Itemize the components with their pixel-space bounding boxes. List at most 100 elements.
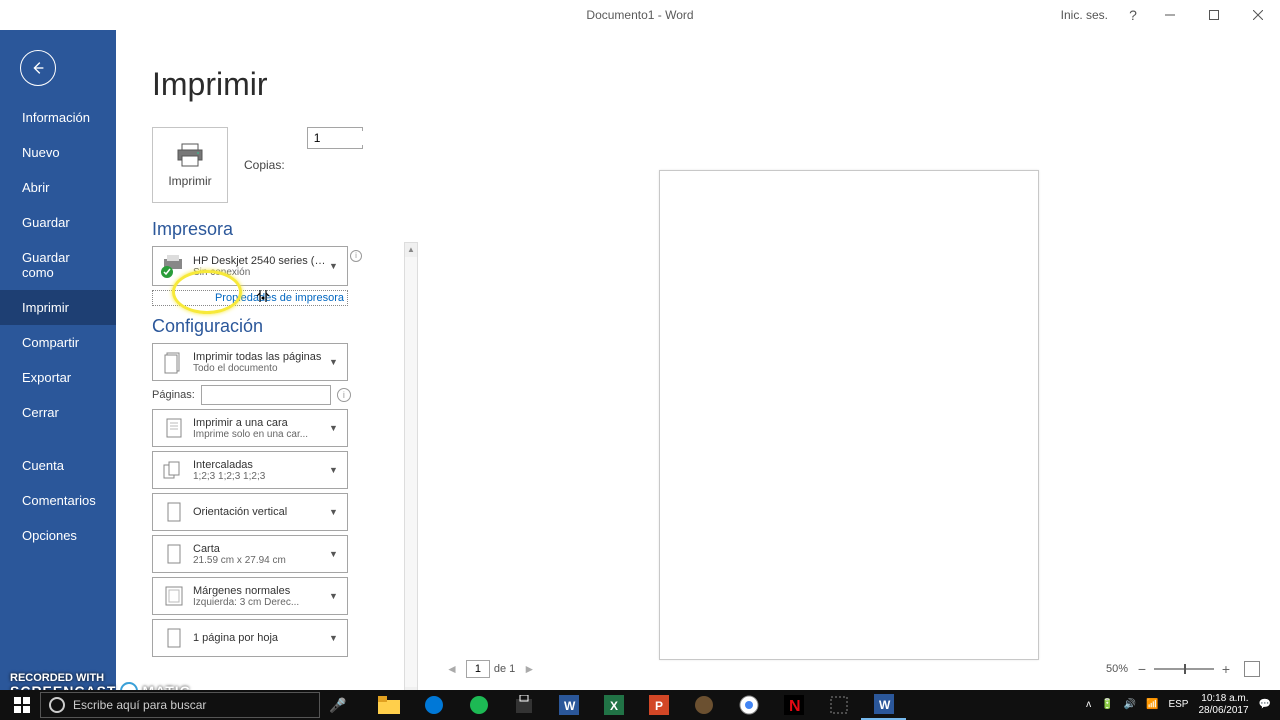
zoom-out-button[interactable]: − [1134, 661, 1150, 677]
zoom-in-button[interactable]: + [1218, 661, 1234, 677]
settings-scrollbar[interactable]: ▲ ▼ [404, 242, 418, 702]
taskbar-netflix[interactable]: N [771, 690, 816, 720]
taskbar-search[interactable]: Escribe aquí para buscar [40, 692, 320, 718]
margins-icon [159, 582, 187, 610]
close-button[interactable] [1236, 0, 1280, 30]
sidebar-item-opciones[interactable]: Opciones [0, 518, 116, 553]
chevron-down-icon: ▼ [329, 591, 341, 601]
cortana-icon [49, 697, 65, 713]
windows-taskbar: Escribe aquí para buscar 🎤 W X P N W ʌ 🔋… [0, 690, 1280, 720]
margins-dropdown[interactable]: Márgenes normales Izquierda: 3 cm Derec.… [152, 577, 348, 615]
orientation-dropdown[interactable]: Orientación vertical ▼ [152, 493, 348, 531]
one-side-icon [159, 414, 187, 442]
chevron-down-icon: ▼ [329, 549, 341, 559]
tray-notifications-icon[interactable]: 💬 [1254, 699, 1276, 711]
taskbar-excel[interactable]: X [591, 690, 636, 720]
sidebar-item-cerrar[interactable]: Cerrar [0, 395, 116, 430]
page-of-label: de 1 [494, 663, 515, 675]
svg-text:X: X [610, 699, 618, 713]
taskbar-app-1[interactable] [681, 690, 726, 720]
chevron-down-icon: ▼ [329, 465, 341, 475]
zoom-to-page-button[interactable] [1244, 661, 1260, 677]
taskbar-word[interactable]: W [546, 690, 591, 720]
tray-lang[interactable]: ESP [1163, 699, 1193, 711]
print-button-label: Imprimir [168, 174, 211, 188]
zoom-slider[interactable] [1154, 668, 1214, 670]
svg-text:P: P [655, 699, 663, 713]
sidebar-item-exportar[interactable]: Exportar [0, 360, 116, 395]
taskbar-app-2[interactable] [816, 690, 861, 720]
collate-dropdown[interactable]: Intercaladas 1;2;3 1;2;3 1;2;3 ▼ [152, 451, 348, 489]
preview-footer: ◄ de 1 ► 50% − + [418, 656, 1280, 682]
chevron-down-icon: ▼ [329, 357, 341, 367]
paper-size-dropdown[interactable]: Carta 21.59 cm x 27.94 cm ▼ [152, 535, 348, 573]
printer-dropdown[interactable]: HP Deskjet 2540 series (R... Sin conexió… [152, 246, 348, 286]
taskbar-edge[interactable] [411, 690, 456, 720]
page-preview [659, 170, 1039, 660]
sidebar-item-compartir[interactable]: Compartir [0, 325, 116, 360]
sidebar-item-abrir[interactable]: Abrir [0, 170, 116, 205]
taskbar-word-running[interactable]: W [861, 690, 906, 720]
back-button[interactable] [20, 50, 56, 86]
sidebar-item-comentarios[interactable]: Comentarios [0, 483, 116, 518]
document-title: Documento1 - Word [586, 8, 693, 22]
next-page-button[interactable]: ► [515, 662, 543, 676]
pages-info-icon[interactable]: i [337, 388, 351, 402]
printer-name: HP Deskjet 2540 series (R... [193, 255, 329, 267]
printer-heading: Impresora [152, 219, 418, 240]
pages-input[interactable] [201, 385, 331, 405]
copies-spinner[interactable]: ▲ ▼ [307, 127, 363, 149]
taskbar-powerpoint[interactable]: P [636, 690, 681, 720]
tray-wifi-icon[interactable]: 📶 [1141, 699, 1163, 711]
prev-page-button[interactable]: ◄ [438, 662, 466, 676]
copies-label: Copias: [244, 158, 285, 172]
zoom-percent[interactable]: 50% [1106, 663, 1128, 675]
svg-text:N: N [789, 698, 801, 715]
tray-clock[interactable]: 10:18 a.m. 28/06/2017 [1193, 693, 1253, 717]
svg-text:W: W [879, 698, 891, 712]
sidebar-item-guardar-como[interactable]: Guardar como [0, 240, 116, 290]
signin-link[interactable]: Inic. ses. [1061, 0, 1108, 30]
pages-label: Páginas: [152, 389, 195, 401]
print-preview-area: ◄ de 1 ► 50% − + [418, 30, 1280, 690]
taskbar-chrome[interactable] [726, 690, 771, 720]
scroll-up[interactable]: ▲ [405, 243, 417, 257]
chevron-down-icon: ▼ [329, 507, 341, 517]
tray-battery-icon[interactable]: 🔋 [1096, 699, 1118, 711]
taskbar-store[interactable] [501, 690, 546, 720]
portrait-icon [159, 498, 187, 526]
sidebar-item-informacion[interactable]: Información [0, 100, 116, 135]
taskbar-explorer[interactable] [366, 690, 411, 720]
minimize-button[interactable] [1148, 0, 1192, 30]
pages-icon [159, 348, 187, 376]
one-per-sheet-icon [159, 624, 187, 652]
current-page-input[interactable] [466, 660, 490, 678]
backstage-sidebar: Información Nuevo Abrir Guardar Guardar … [0, 30, 116, 690]
printer-icon [175, 142, 205, 168]
sidebar-item-guardar[interactable]: Guardar [0, 205, 116, 240]
mic-icon[interactable]: 🎤 [320, 690, 356, 720]
config-heading: Configuración [152, 316, 418, 337]
collate-icon [159, 456, 187, 484]
sidebar-item-imprimir[interactable]: Imprimir [0, 290, 116, 325]
help-button[interactable]: ? [1118, 0, 1148, 30]
printer-info-icon[interactable]: i [350, 250, 362, 262]
sidebar-item-nuevo[interactable]: Nuevo [0, 135, 116, 170]
tray-up-icon[interactable]: ʌ [1081, 699, 1096, 711]
start-button[interactable] [4, 690, 40, 720]
print-settings-panel: Imprimir Imprimir Copias: ▲ ▼ Im [116, 30, 418, 690]
print-button[interactable]: Imprimir [152, 127, 228, 203]
pages-per-sheet-dropdown[interactable]: 1 página por hoja ▼ [152, 619, 348, 657]
sidebar-item-cuenta[interactable]: Cuenta [0, 448, 116, 483]
taskbar-spotify[interactable] [456, 690, 501, 720]
tray-volume-icon[interactable]: 🔊 [1119, 699, 1141, 711]
page-title: Imprimir [152, 66, 418, 103]
print-what-dropdown[interactable]: Imprimir todas las páginas Todo el docum… [152, 343, 348, 381]
printer-status: Sin conexión [193, 267, 329, 278]
window-titlebar: Documento1 - Word Inic. ses. ? [0, 0, 1280, 30]
maximize-button[interactable] [1192, 0, 1236, 30]
print-sides-dropdown[interactable]: Imprimir a una cara Imprime solo en una … [152, 409, 348, 447]
search-placeholder: Escribe aquí para buscar [73, 698, 206, 712]
paper-icon [159, 540, 187, 568]
printer-properties-link[interactable]: Propiedades de impresora [152, 290, 348, 306]
